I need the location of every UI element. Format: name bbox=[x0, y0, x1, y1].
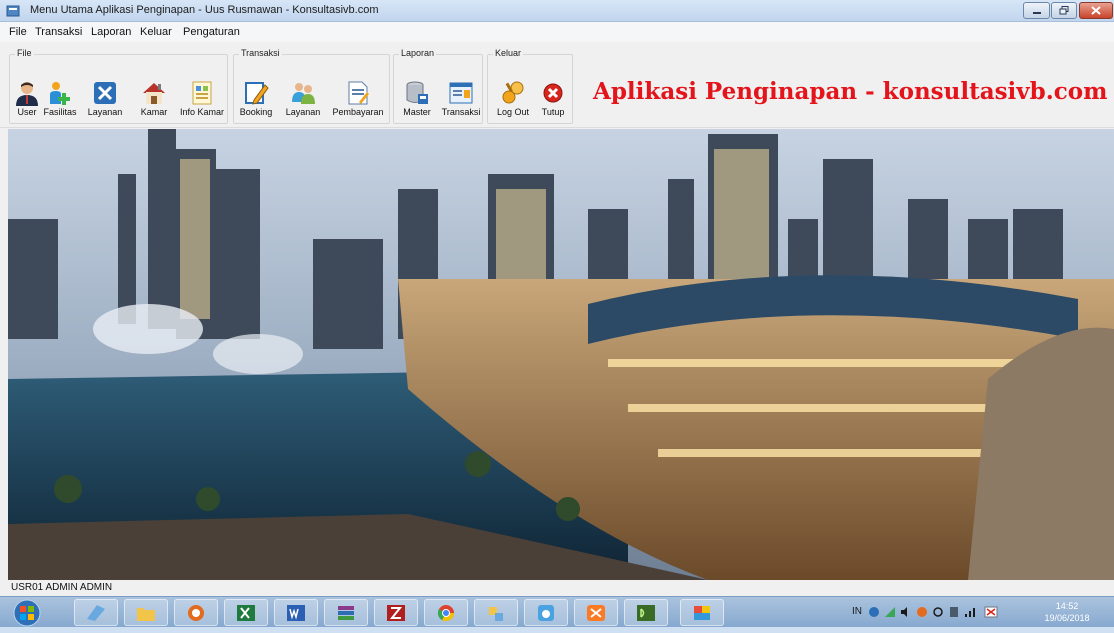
menu-keluar[interactable]: Keluar bbox=[140, 26, 172, 38]
layanan-button[interactable]: Layanan bbox=[82, 80, 128, 117]
transaksi-label: Transaksi bbox=[441, 107, 481, 117]
window-title: Menu Utama Aplikasi Penginapan - Uus Rus… bbox=[30, 4, 379, 16]
folder-icon bbox=[137, 608, 155, 621]
menu-file[interactable]: File bbox=[9, 26, 27, 38]
kamar-button[interactable]: Kamar bbox=[132, 80, 176, 117]
volume-icon[interactable] bbox=[900, 606, 912, 618]
excel-icon bbox=[237, 605, 255, 621]
house-icon bbox=[143, 83, 165, 104]
menu-transaksi[interactable]: Transaksi bbox=[35, 26, 82, 38]
device-icon[interactable] bbox=[948, 606, 960, 618]
layanan2-button[interactable]: Layanan bbox=[280, 80, 326, 117]
info-icon bbox=[192, 81, 212, 105]
taskbar-explorer[interactable] bbox=[124, 599, 168, 626]
app-icon bbox=[694, 606, 710, 620]
group-keluar-label: Keluar bbox=[493, 48, 524, 58]
brand-title: Aplikasi Penginapan - konsultasivb.com bbox=[593, 78, 1108, 105]
group-transaksi-label: Transaksi bbox=[239, 48, 282, 58]
app-icon bbox=[489, 607, 503, 621]
group-laporan-label: Laporan bbox=[399, 48, 437, 58]
taskbar-vb-app[interactable] bbox=[680, 599, 724, 626]
title-bar: Menu Utama Aplikasi Penginapan - Uus Rus… bbox=[0, 0, 1114, 22]
menu-bar: File Transaksi Laporan Keluar Pengaturan bbox=[0, 22, 1114, 42]
master-button[interactable]: Master bbox=[395, 80, 439, 117]
chrome-icon bbox=[437, 605, 455, 622]
taskbar-word[interactable] bbox=[274, 599, 318, 626]
layanan-label: Layanan bbox=[87, 107, 123, 117]
filezilla-icon bbox=[387, 605, 405, 621]
minimize-button[interactable] bbox=[1023, 2, 1050, 19]
user-icon bbox=[16, 82, 38, 106]
database-icon bbox=[406, 81, 428, 104]
app-icon bbox=[87, 605, 105, 621]
taskbar-chrome[interactable] bbox=[424, 599, 468, 626]
tutup-button[interactable]: Tutup bbox=[531, 80, 575, 117]
form-icon bbox=[449, 82, 473, 104]
taskbar-app-9[interactable] bbox=[474, 599, 518, 626]
keys-icon bbox=[502, 81, 524, 104]
signal-icon[interactable] bbox=[964, 606, 978, 618]
xampp-icon bbox=[587, 605, 605, 621]
taskbar-xampp[interactable] bbox=[574, 599, 618, 626]
logout-button[interactable]: Log Out bbox=[489, 80, 537, 117]
people-icon bbox=[292, 83, 315, 104]
clock-time: 14:52 bbox=[1055, 601, 1079, 611]
app-icon bbox=[6, 5, 20, 17]
word-icon bbox=[287, 605, 305, 621]
taskbar-app-1[interactable] bbox=[74, 599, 118, 626]
info-kamar-button[interactable]: Info Kamar bbox=[176, 80, 228, 117]
app-icon bbox=[538, 605, 554, 621]
sync-icon[interactable] bbox=[932, 606, 944, 618]
pembayaran-button[interactable]: Pembayaran bbox=[330, 80, 386, 117]
main-window: Menu Utama Aplikasi Penginapan - Uus Rus… bbox=[0, 0, 1114, 596]
clock-date: 19/06/2018 bbox=[1044, 613, 1090, 623]
taskbar: IN 14:52 19/06/2018 bbox=[0, 596, 1114, 627]
booking-label: Booking bbox=[239, 107, 273, 117]
info-kamar-label: Info Kamar bbox=[179, 107, 225, 117]
transaksi-button[interactable]: Transaksi bbox=[439, 80, 483, 117]
minimize-icon bbox=[1032, 12, 1041, 14]
start-button[interactable] bbox=[12, 598, 42, 628]
archive-icon bbox=[338, 606, 354, 620]
security-icon[interactable] bbox=[916, 606, 928, 618]
fasilitas-icon bbox=[50, 82, 70, 105]
background-city-photo bbox=[8, 129, 1114, 580]
close-window-button[interactable] bbox=[1079, 2, 1113, 19]
booking-button[interactable]: Booking bbox=[234, 80, 278, 117]
help-icon[interactable] bbox=[868, 606, 880, 618]
master-label: Master bbox=[403, 107, 431, 117]
close-icon bbox=[543, 83, 563, 103]
taskbar-app-10[interactable] bbox=[524, 599, 568, 626]
restore-icon bbox=[1059, 6, 1069, 15]
layanan2-label: Layanan bbox=[285, 107, 321, 117]
status-user-text: USR01 ADMIN ADMIN bbox=[11, 582, 113, 593]
pembayaran-label: Pembayaran bbox=[332, 107, 384, 117]
taskbar-filezilla[interactable] bbox=[374, 599, 418, 626]
taskbar-dreamweaver[interactable] bbox=[624, 599, 668, 626]
menu-laporan[interactable]: Laporan bbox=[91, 26, 131, 38]
taskbar-app-3[interactable] bbox=[174, 599, 218, 626]
taskbar-winrar[interactable] bbox=[324, 599, 368, 626]
logout-label: Log Out bbox=[496, 107, 530, 117]
maximize-button[interactable] bbox=[1051, 2, 1077, 19]
fasilitas-label: Fasilitas bbox=[43, 107, 77, 117]
tools-icon bbox=[94, 82, 116, 104]
windows-logo-icon bbox=[13, 599, 41, 627]
network-icon[interactable] bbox=[884, 606, 896, 618]
pencil-icon bbox=[245, 82, 269, 105]
close-icon bbox=[1091, 6, 1101, 15]
status-bar: USR01 ADMIN ADMIN bbox=[0, 580, 1114, 596]
document-icon bbox=[348, 81, 369, 105]
app-icon bbox=[188, 605, 204, 621]
kamar-label: Kamar bbox=[140, 107, 168, 117]
group-file-label: File bbox=[15, 48, 34, 58]
menu-pengaturan[interactable]: Pengaturan bbox=[183, 26, 240, 38]
tutup-label: Tutup bbox=[541, 107, 565, 117]
clock[interactable]: 14:52 19/06/2018 bbox=[1041, 600, 1093, 624]
taskbar-excel[interactable] bbox=[224, 599, 268, 626]
language-indicator[interactable]: IN bbox=[852, 606, 862, 617]
flag-icon[interactable] bbox=[984, 606, 998, 618]
dreamweaver-icon bbox=[637, 605, 655, 621]
fasilitas-button[interactable]: Fasilitas bbox=[38, 80, 82, 117]
